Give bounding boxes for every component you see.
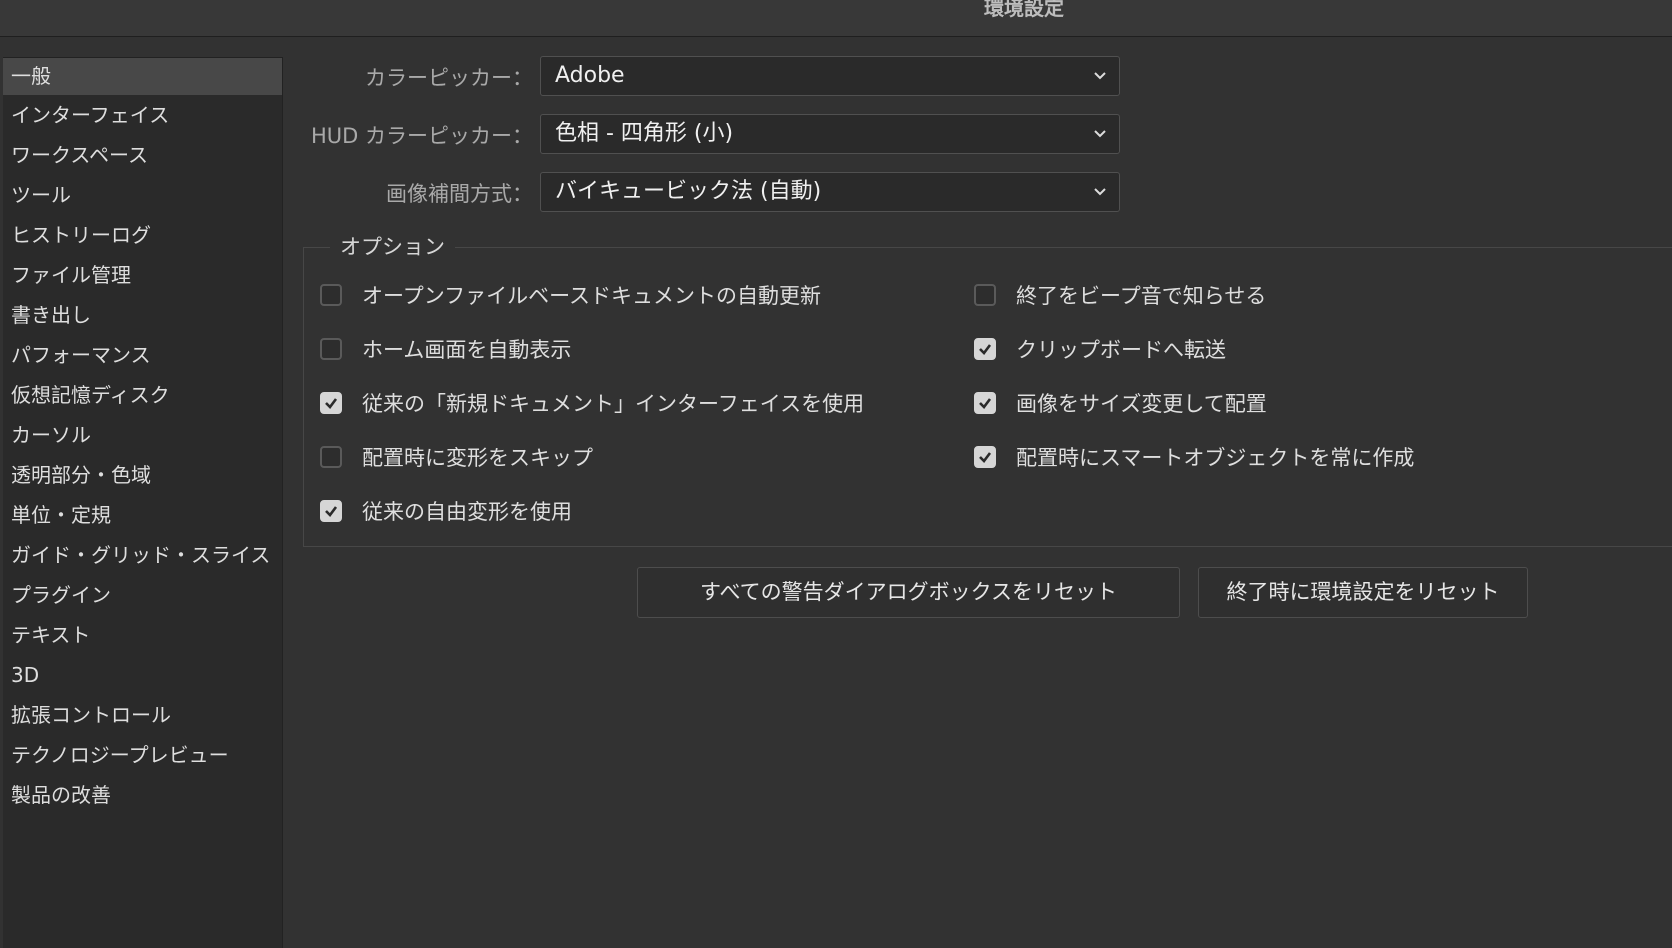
chevron-down-icon [1093, 173, 1107, 225]
hud-color-picker-value: 色相 - 四角形 (小) [555, 121, 734, 146]
sidebar-item-general[interactable]: 一般 [3, 58, 282, 95]
option-legacy-free-transform[interactable]: 従来の自由変形を使用 [320, 496, 572, 526]
option-label: 画像をサイズ変更して配置 [1016, 392, 1267, 416]
sidebar-item-guides-grid-slices[interactable]: ガイド・グリッド・スライス [3, 535, 282, 575]
chevron-down-icon [1093, 115, 1107, 167]
checkmark-icon [979, 344, 992, 355]
option-legacy-new-document[interactable]: 従来の「新規ドキュメント」インターフェイスを使用 [320, 388, 864, 418]
sidebar-item-plugins[interactable]: プラグイン [3, 575, 282, 615]
reset-preferences-on-quit-button[interactable]: 終了時に環境設定をリセット [1198, 567, 1528, 618]
reset-warning-dialogs-button[interactable]: すべての警告ダイアログボックスをリセット [637, 567, 1180, 618]
color-picker-value: Adobe [555, 63, 625, 88]
sidebar-item-workspace[interactable]: ワークスペース [3, 135, 282, 175]
option-skip-transform-on-place[interactable]: 配置時に変形をスキップ [320, 442, 593, 472]
checkbox-checked[interactable] [320, 500, 342, 522]
checkbox-checked[interactable] [974, 446, 996, 468]
color-picker-select[interactable]: Adobe [540, 56, 1120, 96]
sidebar-item-cursors[interactable]: カーソル [3, 415, 282, 455]
option-label: オープンファイルベースドキュメントの自動更新 [362, 284, 822, 308]
sidebar-item-technology-previews[interactable]: テクノロジープレビュー [3, 735, 282, 775]
checkbox-checked[interactable] [974, 338, 996, 360]
option-label: 終了をビープ音で知らせる [1016, 284, 1267, 308]
sidebar: 一般 インターフェイス ワークスペース ツール ヒストリーログ ファイル管理 書… [3, 57, 283, 948]
option-label: 配置時にスマートオブジェクトを常に作成 [1016, 446, 1415, 470]
hud-color-picker-select[interactable]: 色相 - 四角形 (小) [540, 114, 1120, 154]
sidebar-item-export[interactable]: 書き出し [3, 295, 282, 335]
checkbox-checked[interactable] [974, 392, 996, 414]
checkmark-icon [325, 398, 338, 409]
title-bar: 環境設定 [0, 0, 1672, 37]
sidebar-item-file-handling[interactable]: ファイル管理 [3, 255, 282, 295]
sidebar-item-tools[interactable]: ツール [3, 175, 282, 215]
checkbox[interactable] [320, 338, 342, 360]
color-picker-label: カラーピッカー： [365, 66, 533, 90]
option-export-clipboard[interactable]: クリップボードへ転送 [974, 334, 1226, 364]
window-title: 環境設定 [984, 0, 1064, 20]
option-label: 従来の「新規ドキュメント」インターフェイスを使用 [362, 392, 865, 416]
option-show-home-screen[interactable]: ホーム画面を自動表示 [320, 334, 571, 364]
checkmark-icon [979, 398, 992, 409]
sidebar-item-enhanced-controls[interactable]: 拡張コントロール [3, 695, 282, 735]
checkbox[interactable] [320, 446, 342, 468]
sidebar-item-product-improvement[interactable]: 製品の改善 [3, 775, 282, 815]
sidebar-item-interface[interactable]: インターフェイス [3, 95, 282, 135]
interpolation-select[interactable]: バイキュービック法 (自動) [540, 172, 1120, 212]
option-always-create-smart-objects[interactable]: 配置時にスマートオブジェクトを常に作成 [974, 442, 1414, 472]
sidebar-item-history-log[interactable]: ヒストリーログ [3, 215, 282, 255]
interpolation-label: 画像補間方式： [386, 182, 533, 206]
chevron-down-icon [1093, 57, 1107, 109]
option-label: クリップボードへ転送 [1016, 338, 1226, 362]
checkmark-icon [325, 506, 338, 517]
option-resize-image-during-place[interactable]: 画像をサイズ変更して配置 [974, 388, 1267, 418]
sidebar-item-type[interactable]: テキスト [3, 615, 282, 655]
checkbox[interactable] [974, 284, 996, 306]
options-legend: オプション [330, 231, 455, 261]
option-label: 配置時に変形をスキップ [362, 446, 593, 470]
option-auto-update-open-docs[interactable]: オープンファイルベースドキュメントの自動更新 [320, 280, 821, 310]
checkbox[interactable] [320, 284, 342, 306]
sidebar-item-3d[interactable]: 3D [3, 655, 282, 695]
hud-color-picker-label: HUD カラーピッカー： [310, 124, 533, 148]
sidebar-item-scratch-disks[interactable]: 仮想記憶ディスク [3, 375, 282, 415]
sidebar-item-performance[interactable]: パフォーマンス [3, 335, 282, 375]
interpolation-value: バイキュービック法 (自動) [555, 179, 822, 204]
sidebar-item-transparency-gamut[interactable]: 透明部分・色域 [3, 455, 282, 495]
option-label: ホーム画面を自動表示 [362, 338, 572, 362]
option-beep-when-done[interactable]: 終了をビープ音で知らせる [974, 280, 1266, 310]
option-label: 従来の自由変形を使用 [362, 500, 572, 524]
checkmark-icon [979, 452, 992, 463]
checkbox-checked[interactable] [320, 392, 342, 414]
sidebar-item-units-rulers[interactable]: 単位・定規 [3, 495, 282, 535]
